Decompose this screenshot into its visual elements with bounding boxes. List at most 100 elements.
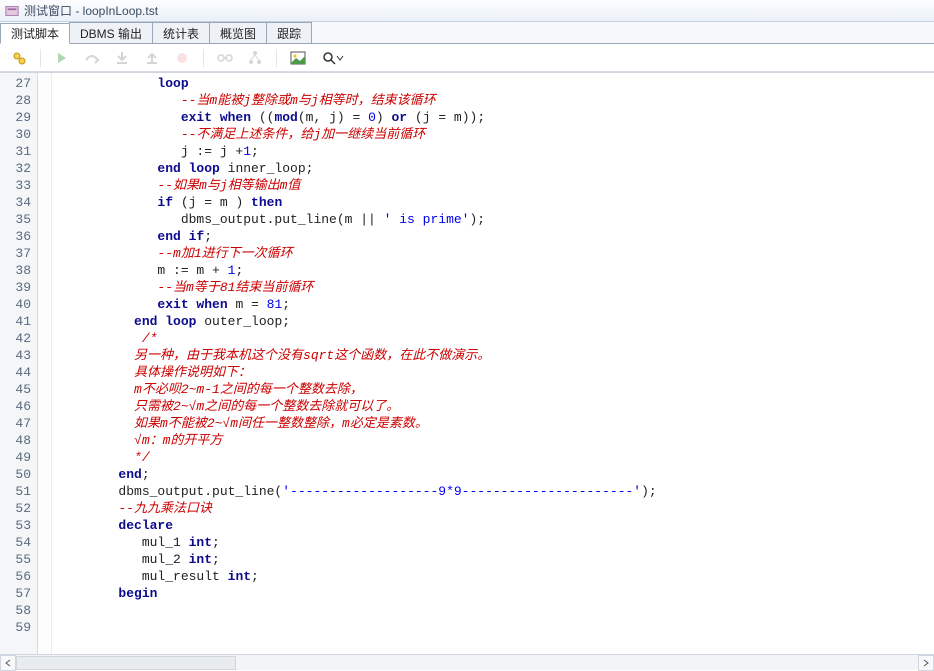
tab-profiler[interactable]: 概览图 (209, 22, 267, 43)
code-line[interactable]: m不必呗2~m-1之间的每一个整数去除， (56, 381, 934, 398)
line-number: 42 (6, 330, 31, 347)
code-line[interactable]: --九九乘法口诀 (56, 500, 934, 517)
app-icon (4, 3, 20, 19)
code-line[interactable]: if (j = m ) then (56, 194, 934, 211)
line-number: 33 (6, 177, 31, 194)
tab-label: 统计表 (163, 25, 199, 42)
window-title: 测试窗口 - loopInLoop.tst (24, 2, 158, 19)
tab-test-script[interactable]: 测试脚本 (0, 23, 70, 44)
scroll-left-button[interactable] (0, 655, 16, 671)
line-number: 59 (6, 619, 31, 636)
code-line[interactable]: 具体操作说明如下： (56, 364, 934, 381)
code-line[interactable]: begin (56, 585, 934, 602)
line-number: 39 (6, 279, 31, 296)
line-number: 31 (6, 143, 31, 160)
glasses-icon[interactable] (216, 49, 234, 67)
line-number: 35 (6, 211, 31, 228)
beautifier-icon[interactable] (10, 49, 28, 67)
line-number: 36 (6, 228, 31, 245)
line-number: 51 (6, 483, 31, 500)
line-number: 34 (6, 194, 31, 211)
separator (276, 49, 277, 67)
tab-label: 概览图 (220, 25, 256, 42)
step-over-icon[interactable] (83, 49, 101, 67)
run-icon[interactable] (53, 49, 71, 67)
tab-label: DBMS 输出 (80, 25, 142, 42)
tree-icon[interactable] (246, 49, 264, 67)
code-line[interactable]: end loop outer_loop; (56, 313, 934, 330)
code-line[interactable]: 只需被2~√m之间的每一个整数去除就可以了。 (56, 398, 934, 415)
scroll-right-button[interactable] (918, 655, 934, 671)
line-number: 58 (6, 602, 31, 619)
line-number: 27 (6, 75, 31, 92)
line-number: 47 (6, 415, 31, 432)
code-line[interactable]: mul_1 int; (56, 534, 934, 551)
zoom-icon[interactable] (319, 49, 347, 67)
line-number: 46 (6, 398, 31, 415)
line-number: 56 (6, 568, 31, 585)
code-line[interactable]: dbms_output.put_line(m || ' is prime'); (56, 211, 934, 228)
code-line[interactable]: */ (56, 449, 934, 466)
code-line[interactable]: /* (56, 330, 934, 347)
code-line[interactable]: end; (56, 466, 934, 483)
step-into-icon[interactable] (113, 49, 131, 67)
line-number: 29 (6, 109, 31, 126)
separator (40, 49, 41, 67)
code-line[interactable]: --当m能被j整除或m与j相等时，结束该循环 (56, 92, 934, 109)
code-line[interactable]: end if; (56, 228, 934, 245)
code-area[interactable]: loop --当m能被j整除或m与j相等时，结束该循环 exit when ((… (52, 73, 934, 654)
tab-statistics[interactable]: 统计表 (152, 22, 210, 43)
fold-column (38, 73, 52, 654)
tab-dbms-output[interactable]: DBMS 输出 (69, 22, 153, 43)
line-number: 38 (6, 262, 31, 279)
editor[interactable]: 2728293031323334353637383940414243444546… (0, 72, 934, 654)
line-number: 50 (6, 466, 31, 483)
scroll-thumb[interactable] (16, 656, 236, 670)
code-line[interactable]: 另一种，由于我本机这个没有sqrt这个函数，在此不做演示。 (56, 347, 934, 364)
step-out-icon[interactable] (143, 49, 161, 67)
breakpoint-icon[interactable] (173, 49, 191, 67)
line-number: 45 (6, 381, 31, 398)
tab-label: 跟踪 (277, 25, 301, 42)
line-number: 41 (6, 313, 31, 330)
title-bar: 测试窗口 - loopInLoop.tst (0, 0, 934, 22)
code-line[interactable]: 如果m不能被2~√m间任一整数整除，m必定是素数。 (56, 415, 934, 432)
code-line[interactable]: exit when m = 81; (56, 296, 934, 313)
code-line[interactable]: end loop inner_loop; (56, 160, 934, 177)
code-line[interactable]: --当m等于81结束当前循环 (56, 279, 934, 296)
line-number: 40 (6, 296, 31, 313)
line-number: 54 (6, 534, 31, 551)
tab-label: 测试脚本 (11, 25, 59, 42)
code-line[interactable]: --如果m与j相等输出m值 (56, 177, 934, 194)
tab-trace[interactable]: 跟踪 (266, 22, 312, 43)
horizontal-scrollbar[interactable] (0, 654, 934, 670)
code-line[interactable]: exit when ((mod(m, j) = 0) or (j = m)); (56, 109, 934, 126)
code-line[interactable]: --不满足上述条件，给j加一继续当前循环 (56, 126, 934, 143)
code-line[interactable]: √m：m的开平方 (56, 432, 934, 449)
line-number: 49 (6, 449, 31, 466)
line-number: 32 (6, 160, 31, 177)
code-line[interactable]: mul_result int; (56, 568, 934, 585)
code-line[interactable]: j := j +1; (56, 143, 934, 160)
toolbar (0, 44, 934, 72)
line-number: 48 (6, 432, 31, 449)
code-line[interactable]: declare (56, 517, 934, 534)
image-icon[interactable] (289, 49, 307, 67)
line-number: 37 (6, 245, 31, 262)
line-number: 44 (6, 364, 31, 381)
line-number: 53 (6, 517, 31, 534)
code-line[interactable]: --m加1进行下一次循环 (56, 245, 934, 262)
separator (203, 49, 204, 67)
code-line[interactable]: loop (56, 75, 934, 92)
line-number: 57 (6, 585, 31, 602)
code-line[interactable]: m := m + 1; (56, 262, 934, 279)
tab-bar: 测试脚本 DBMS 输出 统计表 概览图 跟踪 (0, 22, 934, 44)
code-line[interactable]: mul_2 int; (56, 551, 934, 568)
line-number-gutter: 2728293031323334353637383940414243444546… (0, 73, 38, 654)
line-number: 30 (6, 126, 31, 143)
chevron-down-icon (336, 54, 344, 62)
code-line[interactable]: dbms_output.put_line('------------------… (56, 483, 934, 500)
line-number: 52 (6, 500, 31, 517)
line-number: 28 (6, 92, 31, 109)
line-number: 43 (6, 347, 31, 364)
